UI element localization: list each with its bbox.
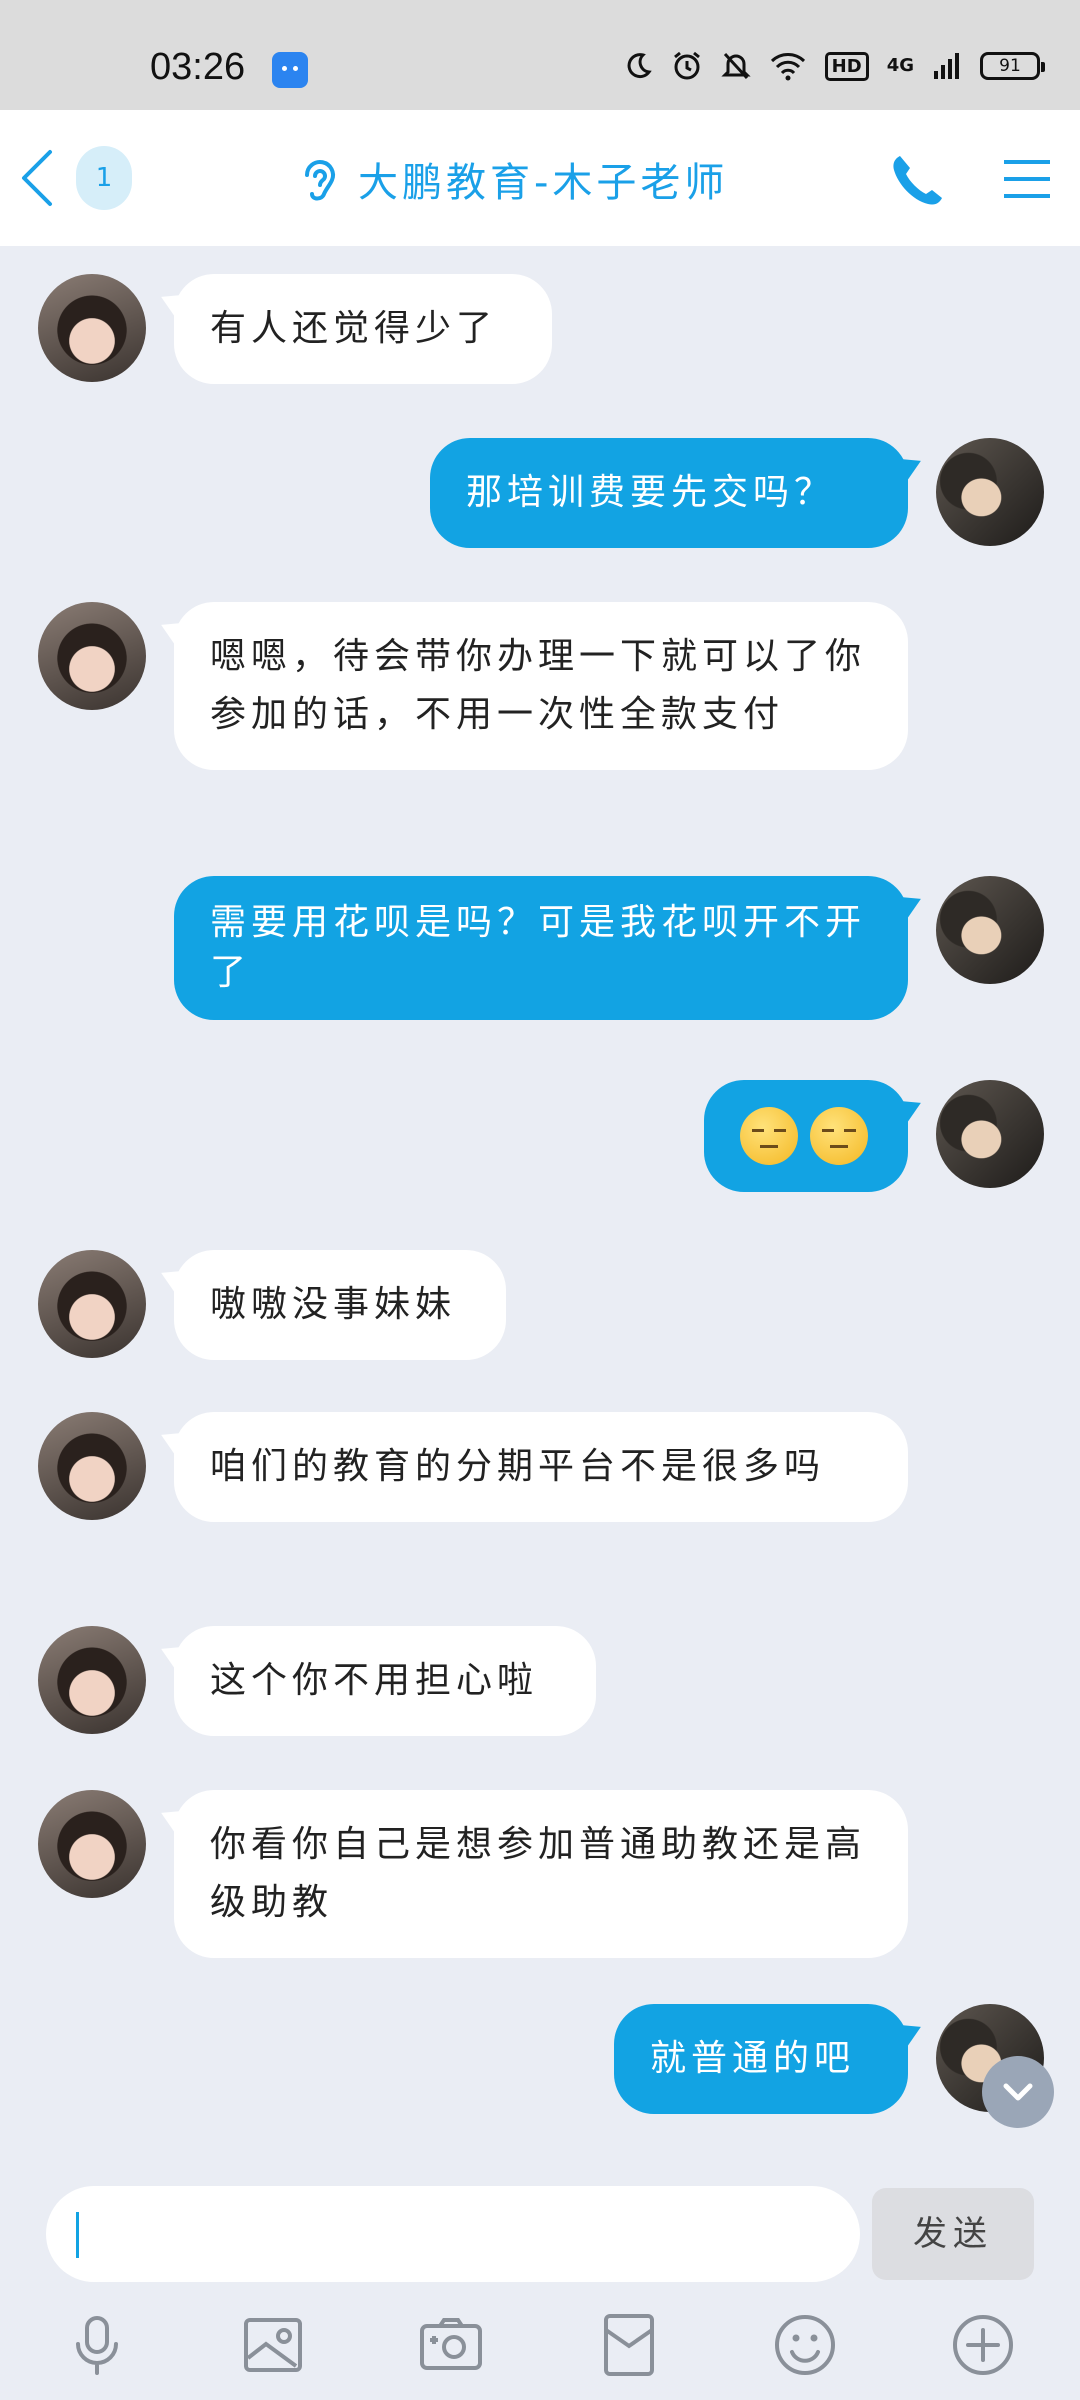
ear-icon [305,160,335,201]
contact-avatar[interactable] [38,602,146,710]
face-emoji [740,1107,798,1165]
chat-title-group[interactable]: 大鹏教育-木子老师 [300,150,728,208]
microphone-icon[interactable] [62,2310,132,2380]
plus-icon[interactable] [948,2310,1018,2380]
battery-level: 91 [980,52,1045,80]
camera-icon[interactable] [416,2310,486,2380]
chat-title: 大鹏教育-木子老师 [358,160,729,206]
contact-avatar[interactable] [38,1626,146,1734]
status-time: 03:26 [150,46,246,88]
contact-avatar[interactable] [38,1412,146,1520]
mute-bell-icon [721,52,751,80]
outgoing-message[interactable]: 就普通的吧 [614,2004,908,2114]
user-avatar[interactable] [936,876,1044,984]
moon-icon [627,53,652,79]
outgoing-message[interactable]: 需要用花呗是吗？可是我花呗开不开了 [174,876,908,1020]
composer: 发送 [0,2160,1080,2400]
chevron-down-icon [1003,2083,1033,2101]
hd-badge: HD [824,51,869,81]
picture-icon[interactable] [238,2310,308,2380]
android-notification-icon [272,52,308,88]
incoming-message[interactable]: 嗷嗷没事妹妹 [174,1250,506,1360]
chat-header: 1 大鹏教育-木子老师 [0,110,1080,246]
unread-count-badge[interactable]: 1 [76,146,132,210]
status-icons: HD 4G 91 [623,50,1045,82]
incoming-message[interactable]: 咱们的教育的分期平台不是很多吗 [174,1412,908,1522]
incoming-message[interactable]: 你看你自己是想参加普通助教还是高级助教 [174,1790,908,1958]
phone-icon[interactable] [888,150,948,210]
text-cursor [76,2212,79,2258]
incoming-message[interactable]: 嗯嗯，待会带你办理一下就可以了你参加的话，不用一次性全款支付 [174,602,908,770]
network-type: 4G [886,55,914,76]
signal-icon [934,53,959,79]
send-button[interactable]: 发送 [872,2188,1034,2280]
contact-avatar[interactable] [38,1790,146,1898]
incoming-message[interactable]: 这个你不用担心啦 [174,1626,596,1736]
contact-avatar[interactable] [38,274,146,382]
incoming-message[interactable]: 有人还觉得少了 [174,274,552,384]
wifi-icon [770,53,805,81]
outgoing-message[interactable]: 那培训费要先交吗？ [430,438,908,548]
outgoing-emoji-message[interactable] [704,1080,908,1192]
user-avatar[interactable] [936,438,1044,546]
contact-avatar[interactable] [38,1250,146,1358]
scroll-to-bottom-button[interactable] [982,2056,1054,2128]
menu-icon[interactable] [1002,156,1052,202]
message-input[interactable] [46,2186,860,2282]
red-packet-icon[interactable] [594,2310,664,2380]
status-bar: 03:26 HD 4G 91 [0,0,1080,110]
smiley-icon[interactable] [770,2310,840,2380]
alarm-icon [673,51,700,80]
back-arrow-icon[interactable] [14,146,64,210]
face-emoji [810,1107,868,1165]
user-avatar[interactable] [936,1080,1044,1188]
